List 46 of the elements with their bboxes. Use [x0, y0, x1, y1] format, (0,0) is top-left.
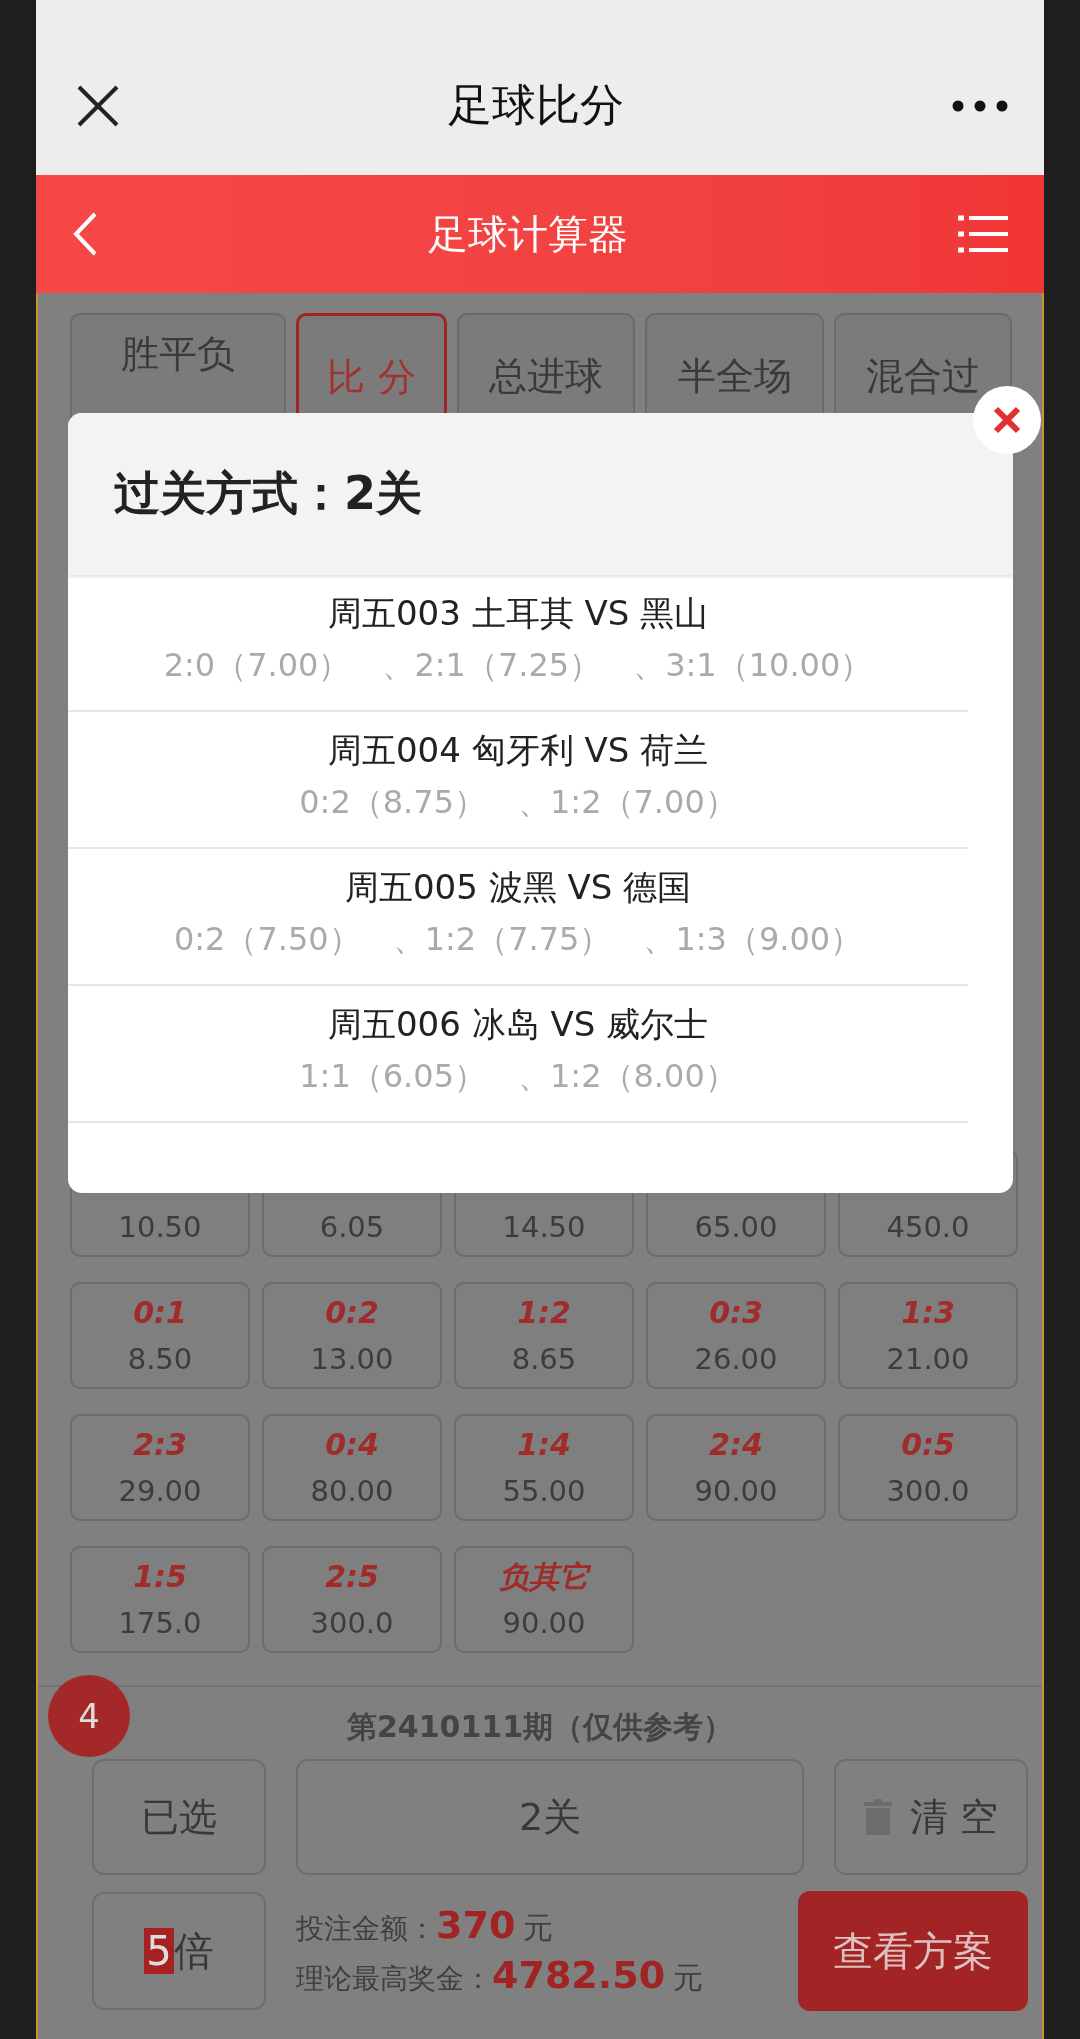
odds-option[interactable]: 1:3 21.00: [838, 1282, 1018, 1389]
selected-button[interactable]: 已选: [92, 1759, 266, 1875]
more-button[interactable]: [952, 99, 1008, 112]
match-picks: 0:2（7.50） 、1:2（7.75） 、1:3（9.00）: [173, 919, 863, 960]
odds-option[interactable]: 2:3 29.00: [70, 1414, 250, 1521]
odds-option[interactable]: 负其它 90.00: [454, 1546, 634, 1653]
match-title: 周五004 匈牙利 VS 荷兰: [327, 729, 709, 772]
close-icon: [76, 83, 120, 128]
odds-option[interactable]: 0:1 8.50: [70, 1282, 250, 1389]
odds-option[interactable]: 0:4 80.00: [262, 1414, 442, 1521]
stake-label: 投注金额：: [296, 1911, 436, 1947]
match-title: 周五005 波黑 VS 德国: [344, 866, 692, 909]
odds-option[interactable]: 0:2 13.00: [262, 1282, 442, 1389]
period-label: 第2410111期（仅供参考）: [346, 1709, 734, 1744]
odds-option[interactable]: 0:3 26.00: [646, 1282, 826, 1389]
back-button[interactable]: [72, 211, 98, 257]
match-picks: 2:0（7.00） 、2:1（7.25） 、3:1（10.00）: [163, 645, 873, 686]
menu-icon: [958, 214, 1008, 254]
calculator-title: 足球计算器: [428, 209, 628, 259]
multiplier-field[interactable]: 5倍: [92, 1892, 266, 2010]
menu-button[interactable]: [958, 214, 1008, 254]
pass-type-button[interactable]: 2关: [296, 1759, 804, 1875]
stake-amount: 370: [436, 1903, 516, 1947]
page-title: 足球比分: [448, 78, 624, 132]
count-badge: 4: [48, 1675, 130, 1757]
close-button[interactable]: [76, 83, 120, 128]
clear-button[interactable]: 清 空: [834, 1759, 1028, 1875]
dialog-title: 过关方式：2关: [114, 465, 422, 522]
view-plan-button[interactable]: 查看方案: [798, 1891, 1028, 2011]
back-icon: [72, 211, 98, 257]
more-icon: [952, 99, 1008, 112]
match-picks: 0:2（8.75） 、1:2（7.00）: [299, 782, 737, 823]
odds-option[interactable]: 2:4 90.00: [646, 1414, 826, 1521]
odds-option[interactable]: 2:5 300.0: [262, 1546, 442, 1653]
odds-option[interactable]: 1:4 55.00: [454, 1414, 634, 1521]
currency-unit: 元: [673, 1959, 704, 1997]
match-title: 周五006 冰岛 VS 威尔士: [327, 1003, 709, 1046]
max-prize-amount: 4782.50: [492, 1953, 666, 1997]
currency-unit: 元: [523, 1909, 554, 1947]
close-icon: [992, 405, 1022, 435]
odds-option[interactable]: 1:5 175.0: [70, 1546, 250, 1653]
max-prize-label: 理论最高奖金：: [296, 1961, 492, 1997]
odds-option[interactable]: 0:5 300.0: [838, 1414, 1018, 1521]
match-title: 周五003 土耳其 VS 黑山: [327, 592, 709, 635]
odds-option[interactable]: 1:2 8.65: [454, 1282, 634, 1389]
match-picks: 1:1（6.05） 、1:2（8.00）: [299, 1056, 737, 1097]
